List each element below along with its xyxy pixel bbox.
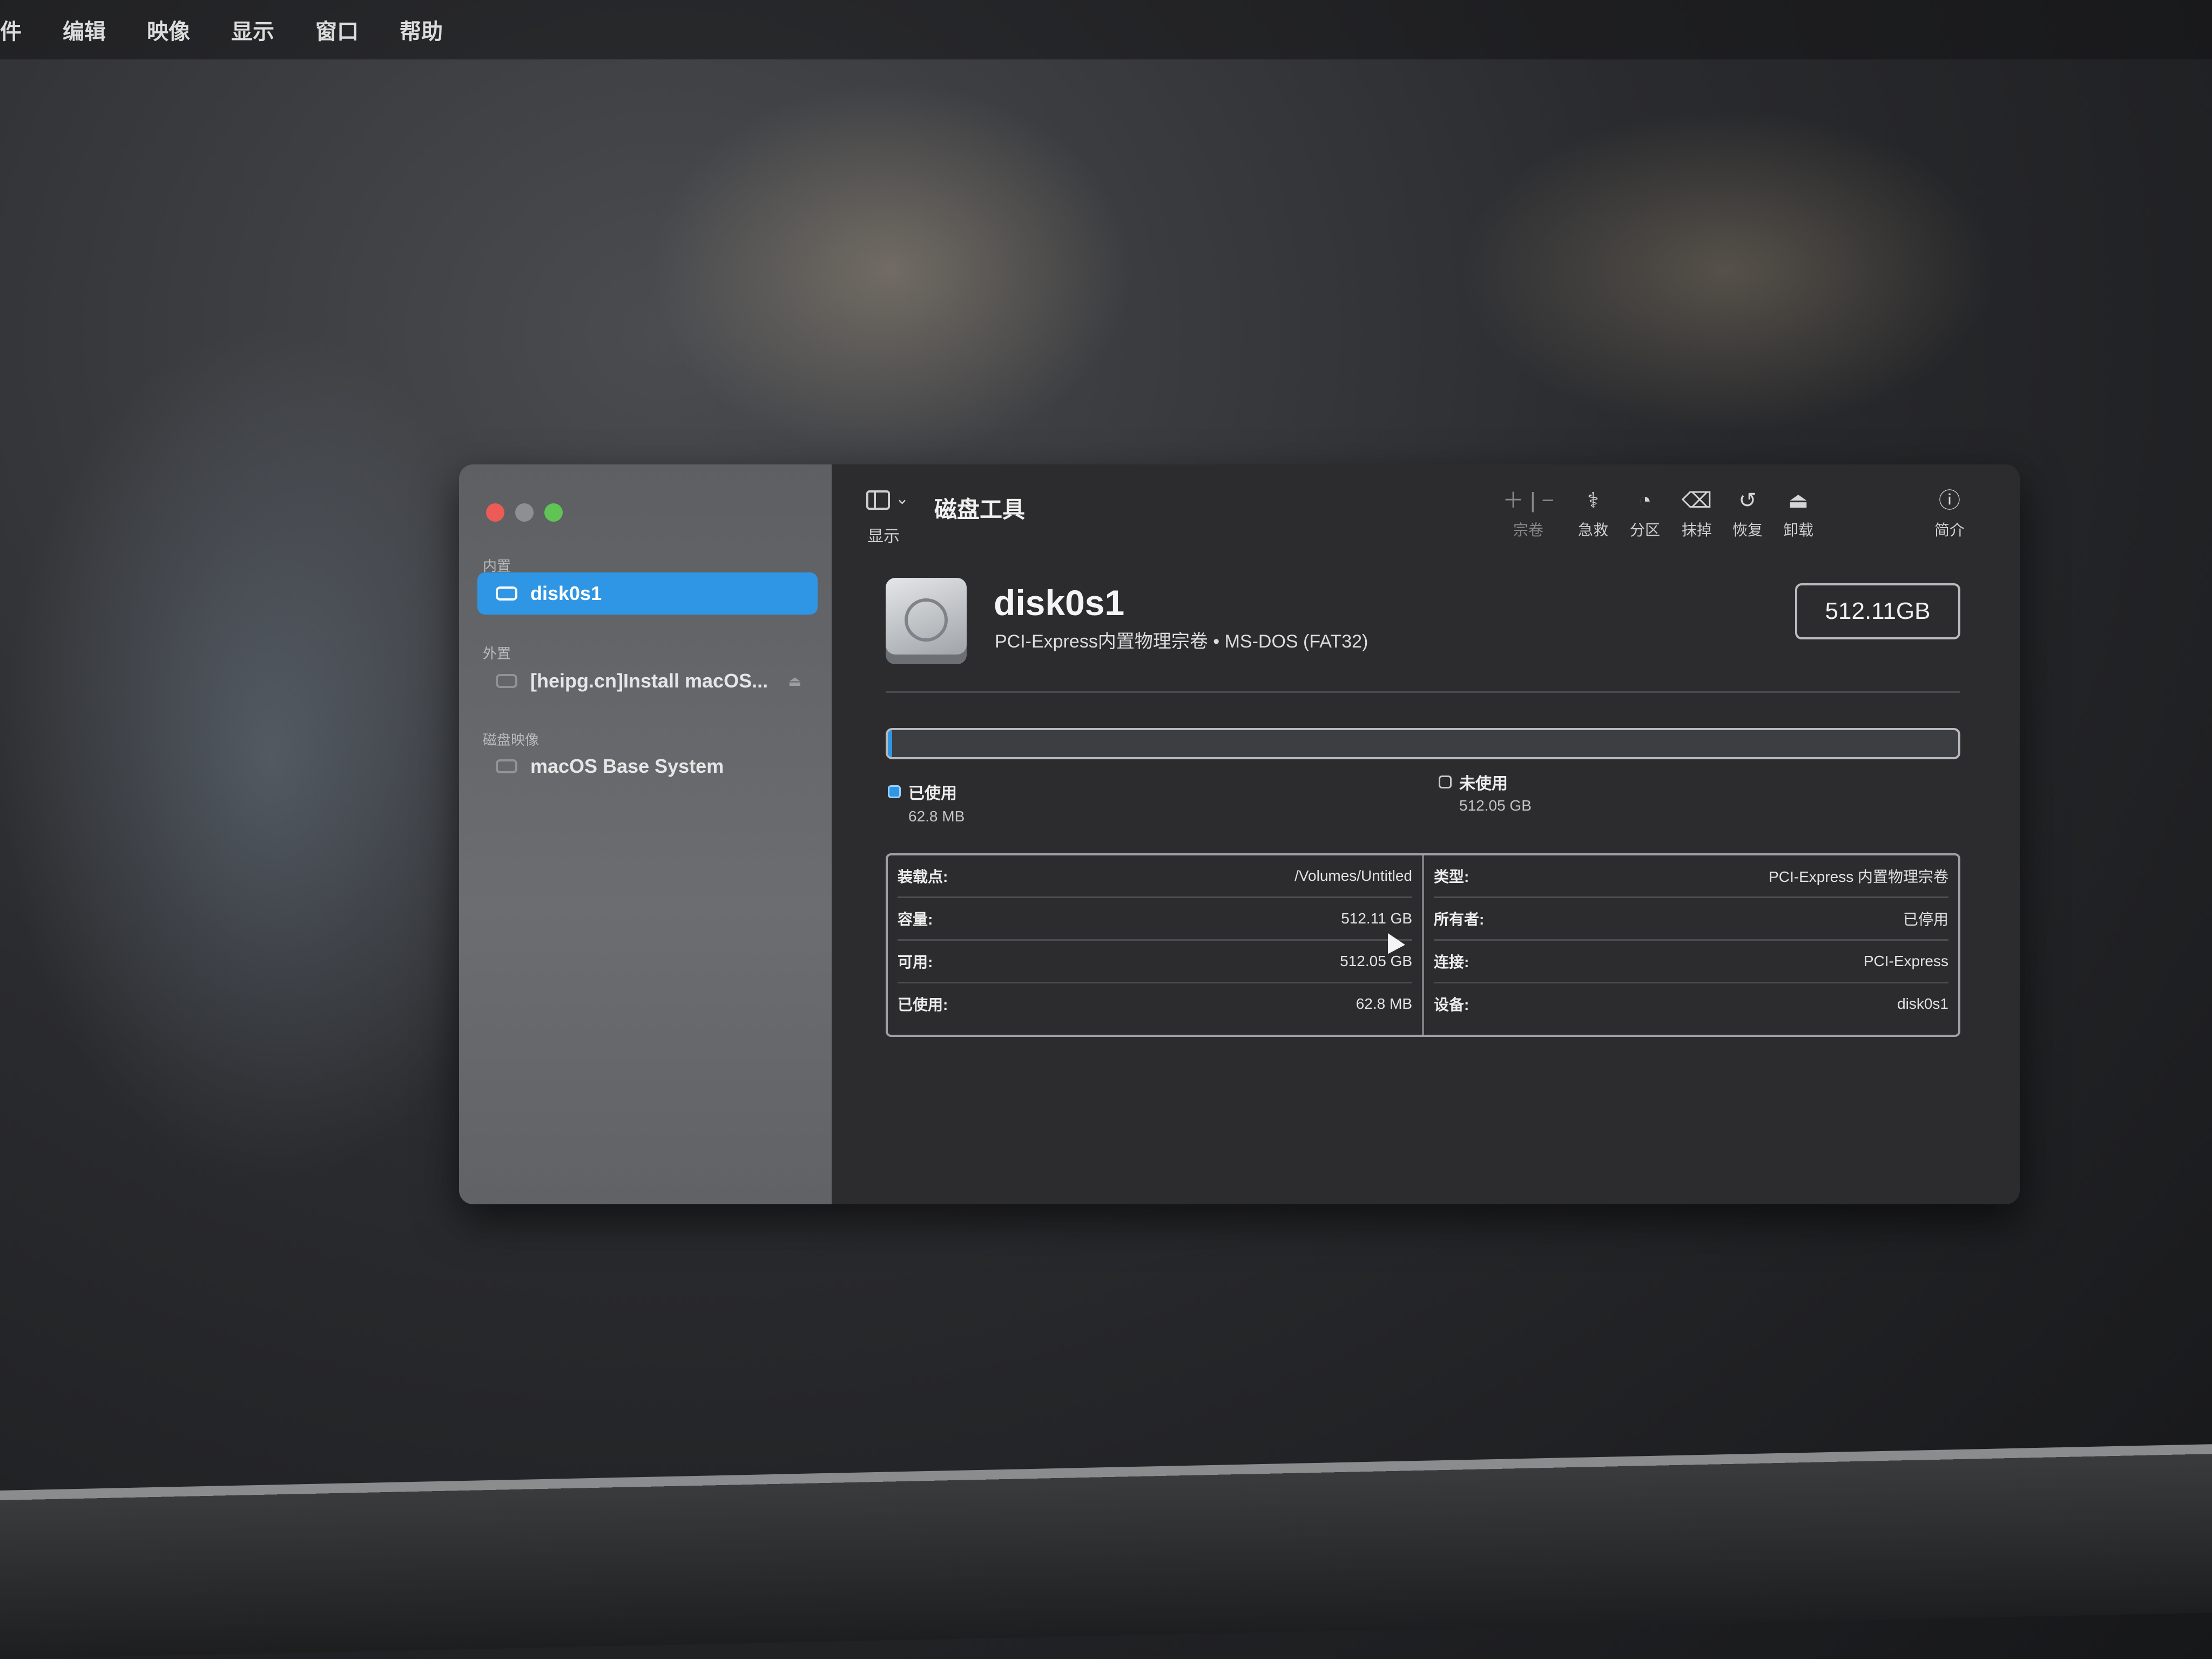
menu-window[interactable]: 窗口 — [315, 14, 359, 45]
sidebar-item-label: disk0s1 — [530, 582, 602, 604]
sidebar-item-label: macOS Base System — [530, 755, 724, 777]
volume-button[interactable]: ＋ | − 宗卷 — [1501, 486, 1555, 540]
sidebar-toggle-icon[interactable] — [866, 490, 890, 510]
info-value: 512.05 GB — [1340, 953, 1412, 969]
info-row: 所有者: 已停用 — [1434, 898, 1948, 941]
erase-button[interactable]: ⌫ 抹掉 — [1670, 486, 1724, 540]
menu-image[interactable]: 映像 — [147, 14, 190, 45]
window-title: 磁盘工具 — [934, 497, 1026, 522]
info-value: disk0s1 — [1897, 995, 1948, 1012]
sidebar-item-label: [heipg.cn]Install macOS... — [530, 670, 768, 692]
drive-icon — [496, 674, 517, 688]
info-row: 装载点: /Volumes/Untitled — [898, 855, 1412, 898]
info-key: 容量: — [898, 911, 933, 928]
info-value: /Volumes/Untitled — [1294, 867, 1412, 884]
disk-size-badge: 512.11GB — [1795, 583, 1960, 639]
sidebar-item-macos-base-system[interactable]: macOS Base System — [477, 745, 818, 787]
info-row: 类型: PCI-Express 内置物理宗卷 — [1434, 855, 1948, 898]
info-key: 可用: — [898, 954, 933, 970]
free-swatch-icon — [1439, 775, 1452, 788]
minimize-button[interactable] — [515, 503, 534, 522]
info-column-right: 类型: PCI-Express 内置物理宗卷 所有者: 已停用 连接: PCI-… — [1422, 855, 1958, 1035]
info-row: 设备: disk0s1 — [1434, 983, 1948, 1024]
close-button[interactable] — [486, 503, 504, 522]
info-row: 可用: 512.05 GB — [898, 941, 1412, 983]
info-value: PCI-Express — [1863, 953, 1948, 969]
restore-icon: ↺ — [1738, 489, 1757, 512]
zoom-button[interactable] — [544, 503, 563, 522]
used-swatch-icon — [888, 785, 901, 798]
chevron-down-icon[interactable]: ⌄ — [895, 489, 909, 508]
sidebar: 内置 disk0s1 外置 [heipg.cn]Install macOS...… — [459, 464, 832, 1204]
restore-label: 恢复 — [1732, 522, 1763, 538]
divider — [886, 691, 1960, 693]
unmount-icon: ⏏ — [1788, 489, 1809, 512]
laptop-bezel — [0, 1444, 2212, 1659]
info-key: 设备: — [1434, 996, 1469, 1013]
unmount-button[interactable]: ⏏ 卸载 — [1771, 486, 1825, 540]
partition-label: 分区 — [1629, 522, 1660, 538]
stethoscope-icon: ⚕ — [1587, 489, 1599, 512]
free-value: 512.05 GB — [1459, 797, 1532, 814]
legend-free: 未使用 — [1439, 770, 1508, 794]
menu-bar: 件 编辑 映像 显示 窗口 帮助 — [0, 0, 2212, 59]
sidebar-item-install-macos[interactable]: [heipg.cn]Install macOS... ⏏ — [477, 660, 818, 702]
disk-utility-window: 内置 disk0s1 外置 [heipg.cn]Install macOS...… — [459, 464, 2020, 1204]
first-aid-label: 急救 — [1577, 522, 1608, 538]
hard-disk-icon — [886, 578, 967, 664]
menu-view[interactable]: 显示 — [231, 14, 274, 45]
volume-label: 宗卷 — [1513, 522, 1543, 538]
info-value: 62.8 MB — [1355, 995, 1412, 1012]
info-value: PCI-Express 内置物理宗卷 — [1769, 868, 1948, 885]
info-key: 已使用: — [898, 996, 948, 1013]
eraser-icon: ⌫ — [1681, 489, 1712, 512]
info-value: 512.11 GB — [1341, 910, 1412, 927]
legend-used: 已使用 — [888, 780, 957, 804]
disk-name: disk0s1 — [994, 583, 1125, 623]
free-label: 未使用 — [1459, 775, 1508, 793]
eject-icon[interactable]: ⏏ — [788, 673, 801, 690]
info-row: 连接: PCI-Express — [1434, 941, 1948, 983]
show-label: 显示 — [867, 528, 900, 545]
info-row: 容量: 512.11 GB — [898, 898, 1412, 941]
info-button[interactable]: ⓘ 简介 — [1923, 486, 1977, 540]
info-row: 已使用: 62.8 MB — [898, 983, 1412, 1024]
info-icon: ⓘ — [1939, 489, 1960, 512]
usage-bar-used-fill — [888, 730, 892, 757]
disk-description: PCI-Express内置物理宗卷 • MS-DOS (FAT32) — [995, 631, 1368, 652]
info-key: 类型: — [1434, 868, 1469, 885]
first-aid-button[interactable]: ⚕ 急救 — [1566, 486, 1620, 540]
add-remove-icon: ＋ | − — [1502, 489, 1554, 512]
erase-label: 抹掉 — [1681, 522, 1712, 538]
used-label: 已使用 — [908, 785, 957, 802]
info-key: 连接: — [1434, 954, 1469, 970]
used-value: 62.8 MB — [908, 808, 965, 825]
info-table: 装载点: /Volumes/Untitled 容量: 512.11 GB 可用:… — [886, 853, 1960, 1037]
main-content: ⌄ 显示 磁盘工具 ＋ | − 宗卷 ⚕ 急救 ◔ 分区 ⌫ 抹掉 ↺ 恢复 ⏏… — [832, 464, 2020, 1204]
drive-icon — [496, 586, 517, 601]
info-label: 简介 — [1934, 522, 1965, 538]
sidebar-item-disk0s1[interactable]: disk0s1 — [477, 572, 818, 615]
pie-chart-icon: ◔ — [1638, 489, 1652, 512]
info-key: 所有者: — [1434, 911, 1485, 928]
info-value: 已停用 — [1903, 911, 1948, 928]
partition-button[interactable]: ◔ 分区 — [1618, 486, 1672, 540]
menu-edit[interactable]: 编辑 — [63, 14, 106, 45]
info-column-left: 装载点: /Volumes/Untitled 容量: 512.11 GB 可用:… — [888, 855, 1422, 1035]
menu-help[interactable]: 帮助 — [400, 14, 443, 45]
usage-bar — [886, 728, 1960, 759]
menu-file[interactable]: 件 — [0, 14, 22, 45]
unmount-label: 卸载 — [1783, 522, 1813, 538]
info-key: 装载点: — [898, 868, 948, 885]
drive-icon — [496, 759, 517, 773]
restore-button[interactable]: ↺ 恢复 — [1721, 486, 1775, 540]
